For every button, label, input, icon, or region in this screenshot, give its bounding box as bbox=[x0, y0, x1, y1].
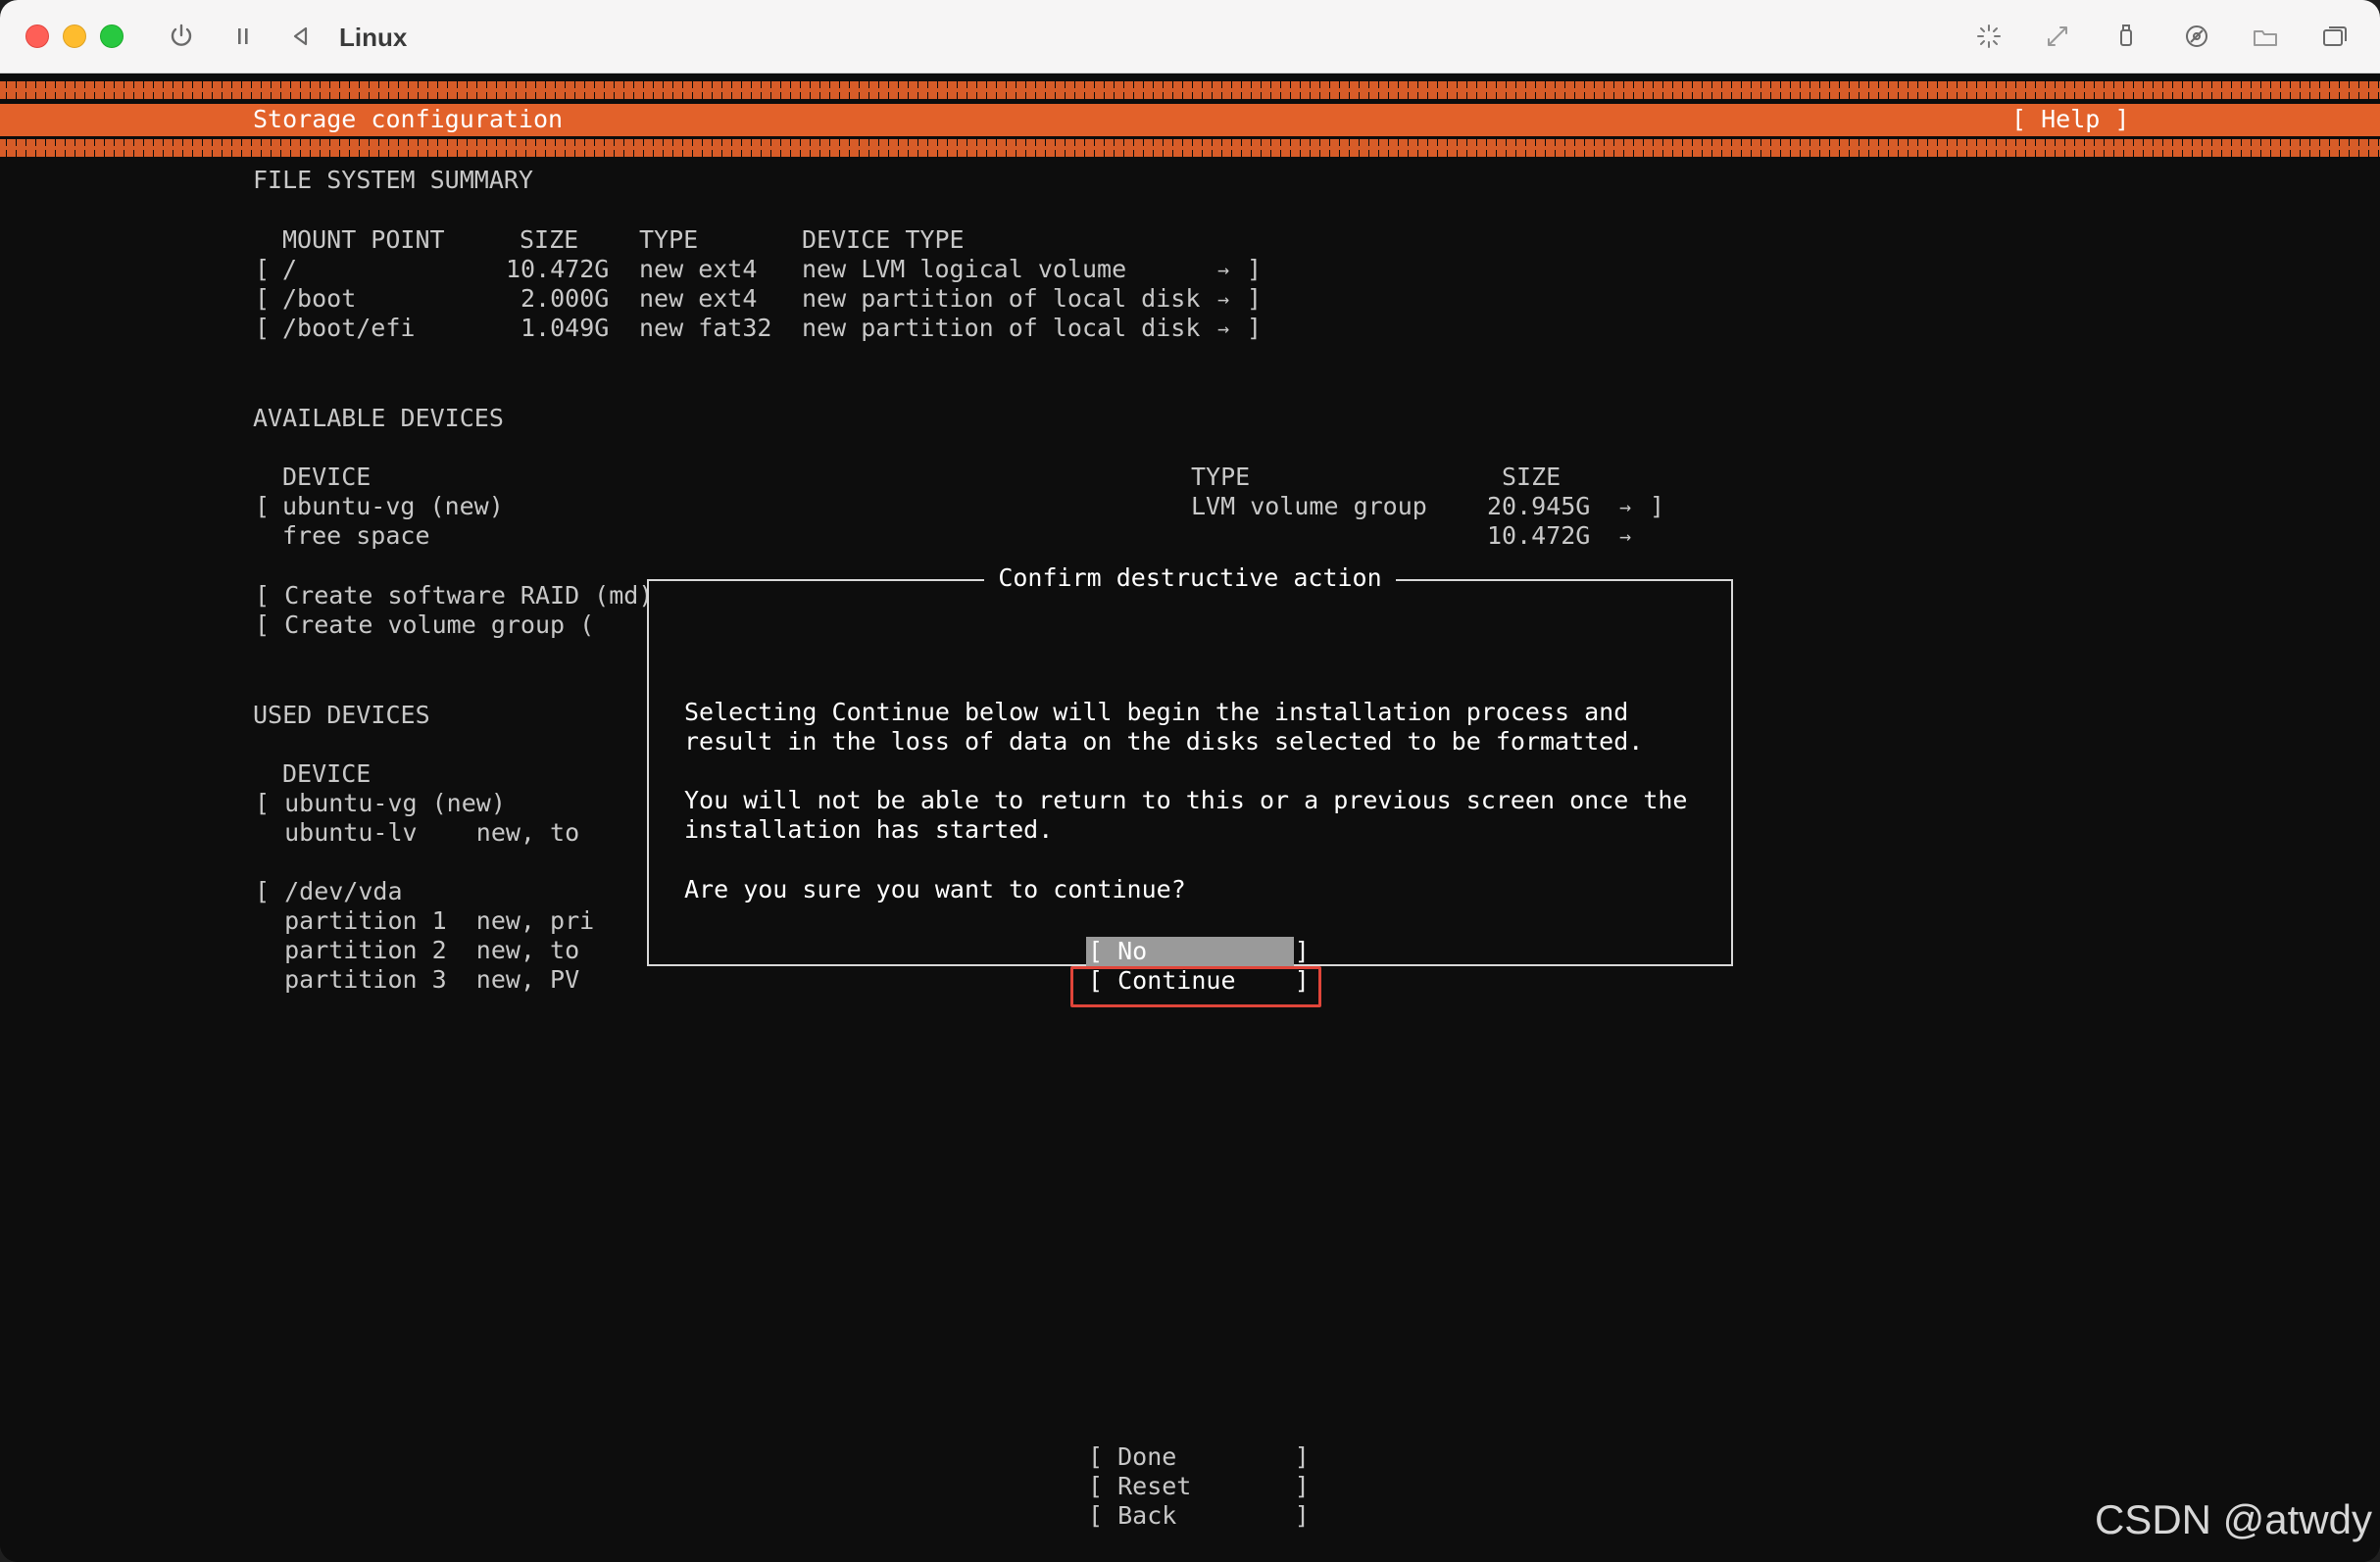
used-devices-heading: USED DEVICES bbox=[253, 701, 430, 729]
used-device-line: ubuntu-lv new, to bbox=[255, 818, 580, 847]
device-type: LVM volume group bbox=[1191, 492, 1427, 520]
col-device-type: DEVICE TYPE bbox=[802, 225, 965, 254]
done-button[interactable]: [ Done ] bbox=[1088, 1442, 1310, 1472]
used-device-line[interactable]: [ ubuntu-vg (new) bbox=[255, 789, 506, 818]
size: 10.472G bbox=[506, 255, 610, 283]
bracket-open: [ bbox=[255, 284, 271, 313]
back-button[interactable]: [ Back ] bbox=[1088, 1501, 1310, 1531]
fs-type: new ext4 bbox=[639, 284, 758, 313]
col-device: DEVICE bbox=[282, 759, 372, 788]
back-icon[interactable] bbox=[282, 18, 320, 55]
pause-icon[interactable] bbox=[224, 18, 262, 55]
reset-button[interactable]: [ Reset ] bbox=[1088, 1472, 1310, 1501]
device-type: new partition of local disk bbox=[802, 314, 1201, 342]
device-size: 20.945G bbox=[1487, 492, 1591, 520]
disc-icon[interactable] bbox=[2178, 18, 2215, 55]
arrow-right-icon: → bbox=[1217, 287, 1230, 311]
device-size: 10.472G bbox=[1487, 521, 1591, 550]
col-size: SIZE bbox=[520, 225, 579, 254]
dialog-question: Are you sure you want to continue? bbox=[684, 875, 1186, 903]
size: 1.049G bbox=[521, 314, 610, 342]
maximize-window-button[interactable] bbox=[100, 24, 124, 48]
bracket-open: [ bbox=[255, 314, 271, 342]
bracket-close: ] bbox=[1247, 284, 1263, 313]
col-size: SIZE bbox=[1502, 463, 1562, 491]
header-stripe-top bbox=[0, 81, 2380, 99]
col-mount-point: MOUNT POINT bbox=[282, 225, 445, 254]
bracket-close: ] bbox=[1247, 314, 1263, 342]
used-device-line: partition 3 new, PV bbox=[255, 965, 580, 994]
used-device-line: partition 2 new, to bbox=[255, 936, 580, 964]
used-device-line: partition 1 new, pri bbox=[255, 906, 595, 935]
fs-type: new ext4 bbox=[639, 255, 758, 283]
arrow-right-icon: → bbox=[1619, 524, 1632, 548]
dialog-text-line: You will not be able to return to this o… bbox=[684, 786, 1688, 814]
fs-summary-heading: FILE SYSTEM SUMMARY bbox=[253, 166, 533, 194]
capture-cursor-icon[interactable] bbox=[1970, 18, 2008, 55]
bracket-open: [ bbox=[255, 492, 271, 520]
bracket-close: ] bbox=[1650, 492, 1665, 520]
minimize-window-button[interactable] bbox=[63, 24, 86, 48]
arrow-right-icon: → bbox=[1217, 258, 1230, 281]
col-device: DEVICE bbox=[282, 463, 372, 491]
dialog-title: Confirm destructive action bbox=[984, 563, 1396, 593]
title-bar: Linux bbox=[0, 0, 2380, 73]
close-window-button[interactable] bbox=[25, 24, 49, 48]
resize-icon[interactable] bbox=[2039, 18, 2076, 55]
device-name: ubuntu-vg (new) bbox=[282, 492, 504, 520]
shared-folder-icon[interactable] bbox=[2247, 18, 2284, 55]
bracket-open: [ bbox=[255, 255, 271, 283]
screen-title: Storage configuration bbox=[253, 105, 564, 133]
watermark: CSDN @atwdy bbox=[2094, 1496, 2372, 1542]
device-name: free space bbox=[282, 521, 430, 550]
arrow-right-icon: → bbox=[1619, 495, 1632, 518]
continue-button-annotation bbox=[1070, 966, 1321, 1007]
window-title: Linux bbox=[339, 23, 408, 52]
power-icon[interactable] bbox=[163, 18, 200, 55]
mount-point: /boot bbox=[282, 284, 357, 313]
size: 2.000G bbox=[521, 284, 610, 313]
arrow-right-icon: → bbox=[1217, 317, 1230, 340]
col-type: TYPE bbox=[639, 225, 699, 254]
create-raid-button[interactable]: [ Create software RAID (md) → ] bbox=[255, 581, 713, 610]
mount-point: / bbox=[282, 255, 298, 283]
confirm-dialog: Confirm destructive action bbox=[647, 563, 1733, 966]
available-devices-heading: AVAILABLE DEVICES bbox=[253, 404, 504, 432]
fs-type: new fat32 bbox=[639, 314, 772, 342]
mount-point: /boot/efi bbox=[282, 314, 416, 342]
no-button[interactable]: [ No ] bbox=[1088, 937, 1310, 966]
dialog-text-line: installation has started. bbox=[684, 815, 1054, 844]
device-type: new LVM logical volume bbox=[802, 255, 1127, 283]
col-type: TYPE bbox=[1191, 463, 1251, 491]
used-device-line[interactable]: [ /dev/vda bbox=[255, 877, 403, 906]
create-volume-group-button[interactable]: [ Create volume group ( bbox=[255, 610, 594, 640]
vm-window: Linux Storage configuration [ Help ] FIL… bbox=[0, 0, 2380, 1562]
usb-icon[interactable] bbox=[2107, 18, 2145, 55]
bracket-close: ] bbox=[1247, 255, 1263, 283]
device-type: new partition of local disk bbox=[802, 284, 1201, 313]
dialog-text-line: Selecting Continue below will begin the … bbox=[684, 698, 1629, 726]
dialog-text-line: result in the loss of data on the disks … bbox=[684, 727, 1644, 756]
windows-icon[interactable] bbox=[2316, 18, 2354, 55]
header-stripe-bottom bbox=[0, 139, 2380, 157]
help-button[interactable]: [ Help ] bbox=[2011, 105, 2129, 134]
